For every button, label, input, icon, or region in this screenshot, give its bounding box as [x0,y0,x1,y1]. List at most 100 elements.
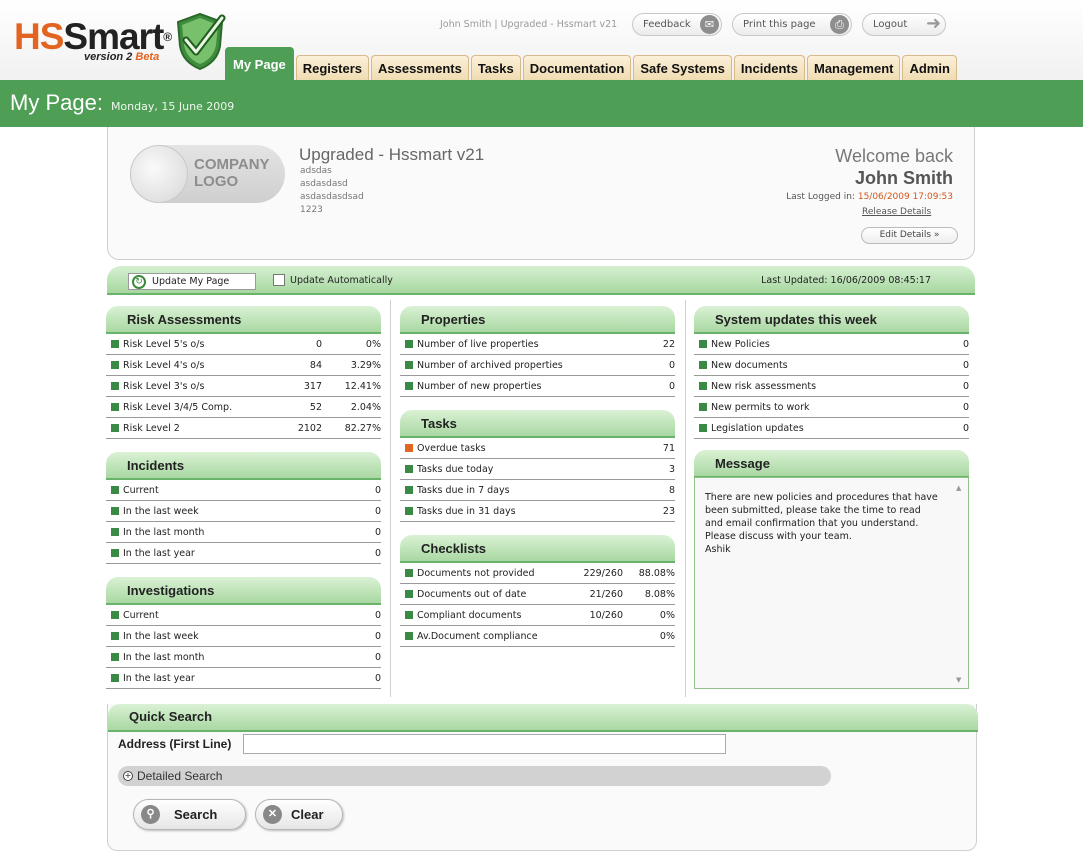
clear-button[interactable]: ✕ Clear [255,799,343,830]
row-count: 317 [303,380,322,392]
table-row[interactable]: Tasks due in 31 days 23 [400,501,675,522]
edit-details-button[interactable]: Edit Details » [861,227,958,244]
table-row[interactable]: Risk Level 3's o/s 317 12.41% [106,376,381,397]
table-row[interactable]: Documents not provided 229/260 88.08% [400,563,675,584]
welcome-block: Welcome back John Smith Last Logged in: … [786,146,953,202]
table-row[interactable]: Tasks due in 7 days 8 [400,480,675,501]
release-details-link[interactable]: Release Details [862,207,931,217]
table-row[interactable]: In the last month 0 [106,522,381,543]
message-box[interactable]: There are new policies and procedures th… [694,477,969,689]
message-scrollbar[interactable]: ▲ ▼ [954,482,966,686]
row-count: 0 [315,338,322,350]
row-label: New documents [711,359,788,371]
tab-my-page[interactable]: My Page [225,47,294,80]
row-count: 0 [668,359,675,371]
table-row[interactable]: Number of archived properties 0 [400,355,675,376]
table-row[interactable]: Risk Level 4's o/s 84 3.29% [106,355,381,376]
table-row[interactable]: New documents 0 [694,355,969,376]
update-automatically-checkbox[interactable] [273,274,285,286]
feedback-label: Feedback [643,19,691,30]
last-logged-value: 15/06/2009 17:09:53 [857,192,953,202]
tab-incidents[interactable]: Incidents [733,55,805,80]
table-row[interactable]: Current 0 [106,605,381,626]
panel-title: System updates this week [694,306,969,334]
logo-line-2: LOGO [194,173,239,190]
speech-bubble-icon: ✉ [700,15,719,34]
tab-admin[interactable]: Admin [902,55,957,80]
tasks-panel: Tasks Overdue tasks 71 Tasks due today 3 T… [400,410,675,522]
welcome-text: Welcome back [835,146,953,166]
bullet-square-icon [111,507,119,515]
page-title-bar: My Page: Monday, 15 June 2009 [0,80,1083,127]
bullet-square-icon [111,611,119,619]
table-row[interactable]: In the last week 0 [106,501,381,522]
table-row[interactable]: Tasks due today 3 [400,459,675,480]
table-row[interactable]: In the last year 0 [106,668,381,689]
print-button[interactable]: Print this page ⎙ [732,13,852,36]
scroll-down-icon[interactable]: ▼ [956,676,961,684]
table-row[interactable]: Number of live properties 22 [400,334,675,355]
table-row[interactable]: New permits to work 0 [694,397,969,418]
row-label: In the last week [123,630,199,642]
table-row[interactable]: Number of new properties 0 [400,376,675,397]
company-logo-text: COMPANY LOGO [194,156,270,190]
logout-button[interactable]: Logout ➜ [862,13,946,36]
address-input[interactable] [243,734,726,754]
row-label: Tasks due in 31 days [417,505,516,517]
row-label: In the last month [123,651,205,663]
scroll-up-icon[interactable]: ▲ [956,484,961,492]
row-label: New permits to work [711,401,810,413]
table-row[interactable]: Compliant documents 10/260 0% [400,605,675,626]
tab-documentation[interactable]: Documentation [522,55,632,80]
row-percent: 3.29% [350,359,381,371]
row-percent: 82.27% [344,422,381,434]
panel-title: Tasks [400,410,675,438]
update-my-page-button[interactable]: ↻ Update My Page [128,273,256,290]
row-label: Risk Level 2 [123,422,180,434]
bullet-square-icon [111,424,119,432]
detailed-search-toggle[interactable]: + Detailed Search [118,766,831,786]
row-label: In the last year [123,672,195,684]
printer-icon: ⎙ [830,15,849,34]
table-row[interactable]: In the last week 0 [106,626,381,647]
table-row[interactable]: Legislation updates 0 [694,418,969,439]
row-percent: 2.04% [350,401,381,413]
bullet-square-icon [405,632,413,640]
row-label: Tasks due in 7 days [417,484,510,496]
tab-registers[interactable]: Registers [295,55,369,80]
table-row[interactable]: New Policies 0 [694,334,969,355]
search-button[interactable]: ⚲ Search [133,799,246,830]
bullet-square-icon [699,424,707,432]
tab-safe-systems[interactable]: Safe Systems [633,55,732,80]
company-name: Upgraded - Hssmart v21 [299,145,485,164]
tab-tasks[interactable]: Tasks [470,55,521,80]
row-label: Number of live properties [417,338,539,350]
row-percent: 0% [659,630,675,642]
row-count: 229/260 [583,567,623,579]
address-line: asdasdasdsad [300,192,364,202]
incidents-panel: Incidents Current 0 In the last week 0 In … [106,452,381,564]
table-row[interactable]: Av.Document compliance 0% [400,626,675,647]
tab-assessments[interactable]: Assessments [371,55,469,80]
table-row[interactable]: Risk Level 5's o/s 0 0% [106,334,381,355]
company-info-box: COMPANY LOGO Upgraded - Hssmart v21 adsd… [107,127,975,260]
table-row[interactable]: Documents out of date 21/260 8.08% [400,584,675,605]
table-row[interactable]: In the last month 0 [106,647,381,668]
tab-management[interactable]: Management [807,55,901,80]
logo-hs: HS [14,16,64,57]
feedback-button[interactable]: Feedback ✉ [632,13,722,36]
row-label: Documents not provided [417,567,535,579]
table-row[interactable]: Current 0 [106,480,381,501]
table-row[interactable]: Risk Level 3/4/5 Comp. 52 2.04% [106,397,381,418]
bullet-square-icon [111,486,119,494]
table-row[interactable]: Overdue tasks 71 [400,438,675,459]
expand-plus-icon: + [123,771,133,781]
row-label: Number of new properties [417,380,542,392]
row-count: 71 [662,442,675,454]
table-row[interactable]: New risk assessments 0 [694,376,969,397]
row-count: 0 [962,359,969,371]
table-row[interactable]: In the last year 0 [106,543,381,564]
page-title: My Page: [10,90,103,115]
table-row[interactable]: Risk Level 2 2102 82.27% [106,418,381,439]
welcome-user: John Smith [855,168,953,188]
